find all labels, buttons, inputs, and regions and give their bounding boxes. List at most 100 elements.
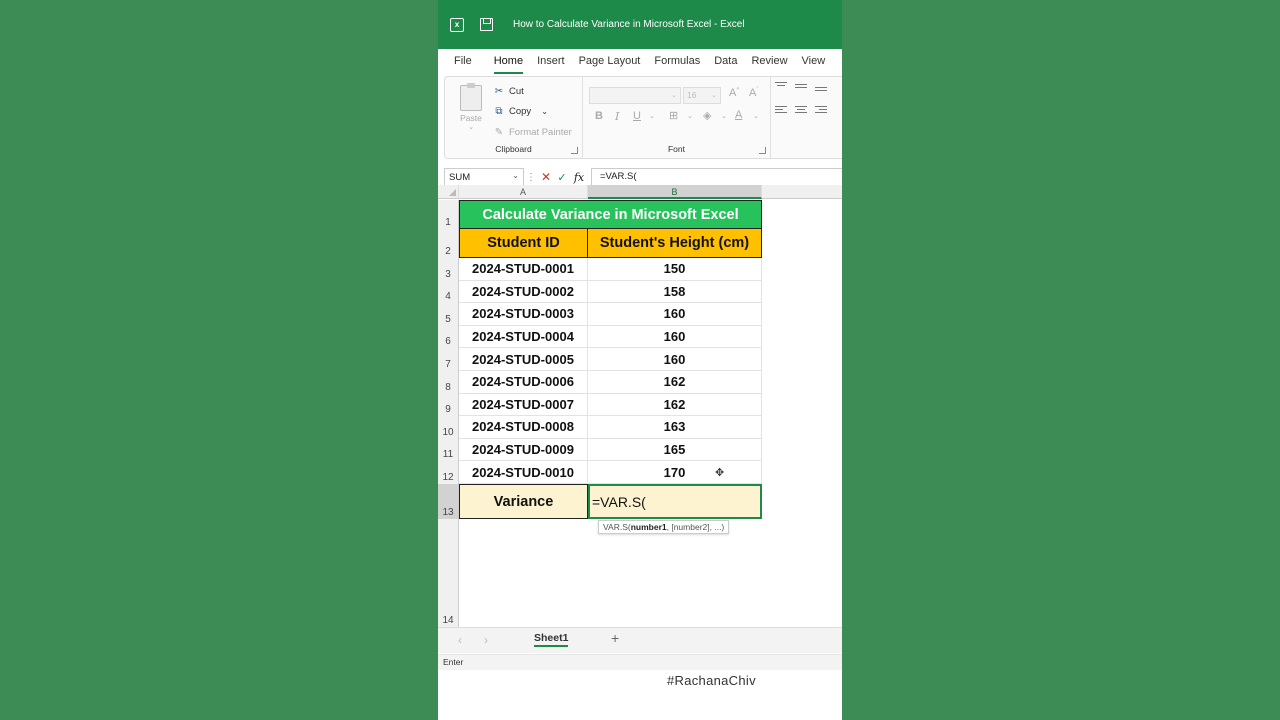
row-header-10[interactable]: 10: [438, 416, 459, 439]
paste-button[interactable]: Paste ⌄: [457, 83, 485, 131]
font-size-select[interactable]: 16 ⌄: [683, 87, 721, 104]
formula-input[interactable]: =VAR.S(: [591, 168, 842, 186]
student-id-cell[interactable]: 2024-STUD-0002: [459, 280, 588, 304]
row-header-7[interactable]: 7: [438, 348, 459, 371]
row-header-4[interactable]: 4: [438, 280, 459, 304]
row-header-12[interactable]: 12: [438, 461, 459, 484]
student-height-cell[interactable]: 165: [588, 438, 762, 462]
row-header-6[interactable]: 6: [438, 325, 459, 349]
tooltip-arg1: number1: [630, 522, 667, 532]
add-sheet-icon[interactable]: +: [611, 630, 619, 646]
student-id-cell[interactable]: 2024-STUD-0003: [459, 303, 588, 326]
more-options-icon[interactable]: ⋮: [524, 172, 538, 183]
sheet-title-cell[interactable]: Calculate Variance in Microsoft Excel: [459, 200, 762, 229]
row-header-3[interactable]: 3: [438, 258, 459, 281]
insert-function-icon[interactable]: fx: [570, 171, 588, 184]
student-height-cell[interactable]: 160: [588, 325, 762, 349]
student-id-cell[interactable]: 2024-STUD-0010: [459, 461, 588, 484]
tab-insert[interactable]: Insert: [530, 49, 572, 74]
column-header-b[interactable]: B: [588, 185, 762, 199]
dialog-launcher-icon[interactable]: [759, 147, 766, 154]
chevron-down-icon: ⌄: [512, 171, 519, 180]
chevron-right-icon[interactable]: ›: [484, 633, 488, 647]
student-height-cell[interactable]: 160: [588, 348, 762, 371]
student-height-cell[interactable]: 158: [588, 280, 762, 304]
fill-color-icon[interactable]: ◈: [703, 109, 711, 122]
enter-check-icon[interactable]: ✓: [554, 171, 570, 184]
row-header-13[interactable]: 13: [438, 484, 459, 519]
student-id-cell[interactable]: 2024-STUD-0006: [459, 371, 588, 394]
decrease-font-icon[interactable]: Aˇ: [749, 87, 758, 99]
borders-icon[interactable]: ⊞: [669, 109, 678, 122]
row-header-1[interactable]: 1: [438, 200, 459, 229]
student-id-cell[interactable]: 2024-STUD-0007: [459, 393, 588, 417]
clipboard-group: Paste ⌄ ✂ Cut ⧉ Copy ⌄ ✎ Format Painter …: [445, 77, 583, 158]
student-height-cell[interactable]: 162: [588, 393, 762, 417]
sheet-tab-sheet1[interactable]: Sheet1: [534, 632, 569, 647]
dialog-launcher-icon[interactable]: [571, 147, 578, 154]
student-id-cell[interactable]: 2024-STUD-0005: [459, 348, 588, 371]
tab-file[interactable]: File: [454, 49, 479, 74]
chevron-left-icon[interactable]: ‹: [458, 633, 462, 647]
name-box-value: SUM: [449, 171, 471, 183]
variance-label-cell[interactable]: Variance: [459, 484, 588, 519]
column-header-empty: [762, 185, 842, 199]
font-name-select[interactable]: ⌄: [589, 87, 681, 104]
row-header-14[interactable]: 14: [438, 519, 459, 627]
spreadsheet-grid: A B 1 2 3 4 5 6 7 8 9 10 11 12 13 14 Calculate Varian…: [438, 185, 842, 627]
student-id-cell[interactable]: 2024-STUD-0009: [459, 438, 588, 462]
font-group: ⌄ 16 ⌄ A^ Aˇ B I U ⌄ ⊞ ⌄ ◈ ⌄ A ⌄ Font: [583, 77, 771, 158]
header-student-id[interactable]: Student ID: [459, 229, 588, 258]
student-height-cell[interactable]: 160: [588, 303, 762, 326]
row-header-9[interactable]: 9: [438, 393, 459, 417]
student-id-cell[interactable]: 2024-STUD-0004: [459, 325, 588, 349]
chevron-down-icon[interactable]: ⌄: [687, 112, 693, 120]
italic-icon[interactable]: I: [615, 110, 619, 123]
student-height-cell[interactable]: 163: [588, 416, 762, 439]
header-student-height[interactable]: Student's Height (cm): [588, 229, 762, 258]
align-bottom-icon[interactable]: [815, 79, 829, 93]
row-header-2[interactable]: 2: [438, 229, 459, 258]
column-header-a[interactable]: A: [459, 185, 588, 199]
save-icon[interactable]: [480, 18, 493, 31]
chevron-down-icon[interactable]: ⌄: [753, 112, 759, 120]
student-id-cell[interactable]: 2024-STUD-0001: [459, 258, 588, 281]
font-size-value: 16: [687, 90, 697, 100]
chevron-down-icon[interactable]: ⌄: [649, 112, 655, 120]
bold-icon[interactable]: B: [595, 110, 603, 122]
cancel-icon[interactable]: ✕: [538, 170, 554, 184]
student-id-cell[interactable]: 2024-STUD-0008: [459, 416, 588, 439]
student-height-cell[interactable]: 162: [588, 371, 762, 394]
function-tooltip[interactable]: VAR.S(number1, [number2], ...): [598, 520, 730, 534]
increase-font-icon[interactable]: A^: [729, 87, 739, 99]
tab-home[interactable]: Home: [487, 49, 530, 74]
tab-data[interactable]: Data: [707, 49, 744, 74]
align-right-icon[interactable]: [815, 103, 829, 117]
name-box[interactable]: SUM ⌄: [444, 168, 524, 186]
tab-page-layout[interactable]: Page Layout: [572, 49, 648, 74]
copy-icon: ⧉: [495, 106, 503, 117]
title-bar: x How to Calculate Variance in Microsoft…: [438, 0, 842, 49]
student-height-cell[interactable]: 150: [588, 258, 762, 281]
align-middle-icon[interactable]: [795, 79, 809, 93]
format-painter-button[interactable]: ✎ Format Painter: [493, 127, 572, 138]
tab-formulas[interactable]: Formulas: [647, 49, 707, 74]
copy-button[interactable]: ⧉ Copy ⌄: [493, 106, 548, 117]
row-header-5[interactable]: 5: [438, 303, 459, 326]
underline-icon[interactable]: U: [633, 110, 641, 122]
tab-review[interactable]: Review: [744, 49, 794, 74]
chevron-down-icon[interactable]: ⌄: [721, 112, 727, 120]
row-header-8[interactable]: 8: [438, 371, 459, 394]
chevron-down-icon: ⌄: [541, 107, 548, 116]
cut-button[interactable]: ✂ Cut: [493, 86, 524, 97]
select-all-corner[interactable]: [438, 185, 459, 199]
align-left-icon[interactable]: [775, 103, 789, 117]
tooltip-function: VAR.S(: [603, 522, 631, 532]
align-center-icon[interactable]: [795, 103, 809, 117]
font-color-icon[interactable]: A: [735, 109, 742, 121]
variance-formula-cell[interactable]: =VAR.S(: [588, 484, 762, 519]
student-height-cell[interactable]: 170: [588, 461, 762, 484]
tab-view[interactable]: View: [795, 49, 833, 74]
row-header-11[interactable]: 11: [438, 438, 459, 462]
align-top-icon[interactable]: [775, 79, 789, 93]
